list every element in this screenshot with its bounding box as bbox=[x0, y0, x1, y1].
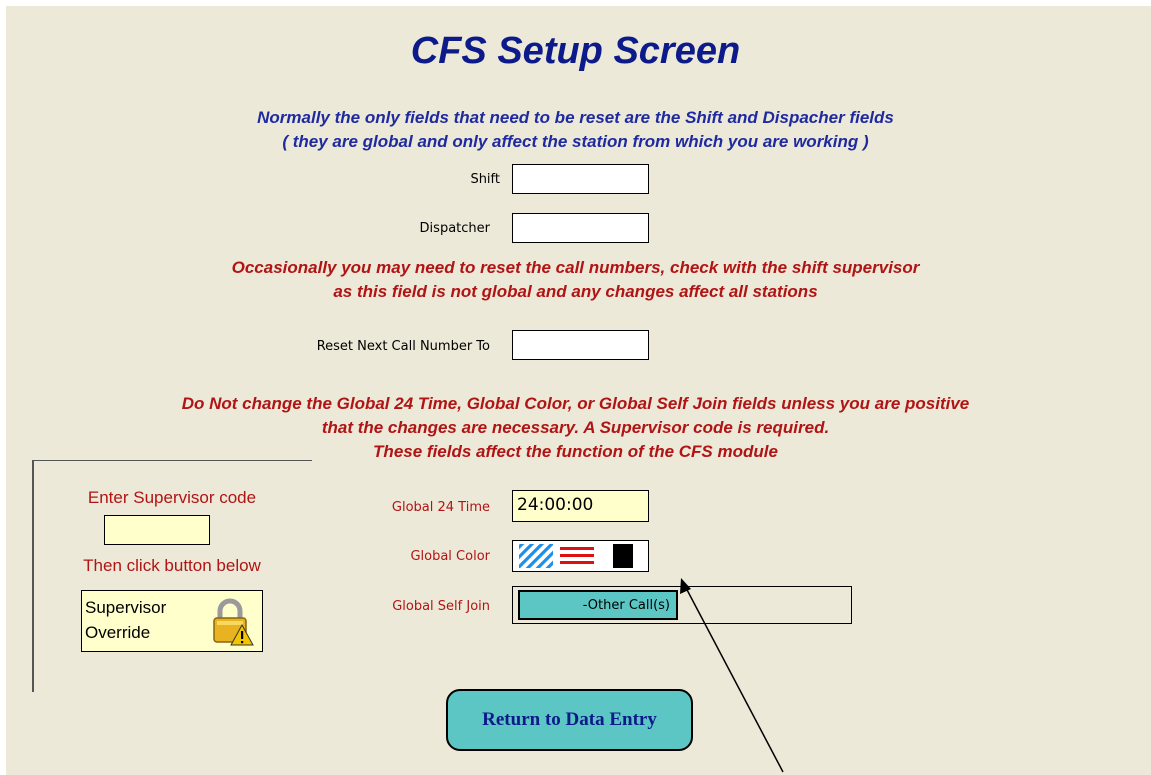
reset-call-label: Reset Next Call Number To bbox=[316, 339, 490, 354]
globalcolor-swatch-field[interactable] bbox=[512, 540, 649, 572]
donot-note-line2: that the changes are necessary. A Superv… bbox=[321, 418, 830, 437]
dispatcher-label: Dispatcher bbox=[419, 221, 490, 236]
normal-note-line2: ( they are global and only affect the st… bbox=[282, 132, 869, 151]
occasional-note-line1: Occasionally you may need to reset the c… bbox=[231, 258, 920, 277]
selfjoin-other-calls-button[interactable]: -Other Call(s) bbox=[518, 590, 678, 620]
lock-warning-icon bbox=[213, 598, 254, 646]
shift-label: Shift bbox=[470, 172, 500, 187]
supervisor-code-input[interactable] bbox=[104, 515, 210, 545]
donot-note-line3: These fields affect the function of the … bbox=[373, 442, 778, 461]
selfjoin-field: -Other Call(s) bbox=[512, 586, 852, 624]
occasional-note-line2: as this field is not global and any chan… bbox=[333, 282, 818, 301]
reset-call-input[interactable] bbox=[512, 330, 649, 360]
supervisor-override-label: Supervisor Override bbox=[85, 598, 167, 642]
color-swatches bbox=[519, 544, 633, 568]
normal-note-line1: Normally the only fields that need to be… bbox=[257, 108, 894, 127]
swatch-black bbox=[613, 544, 633, 568]
return-to-data-entry-button[interactable]: Return to Data Entry bbox=[446, 689, 693, 751]
swatch-red-stripes bbox=[560, 544, 594, 568]
enter-supervisor-label: Enter Supervisor code bbox=[87, 488, 257, 507]
donot-note-line1: Do Not change the Global 24 Time, Global… bbox=[181, 394, 970, 413]
then-click-label: Then click button below bbox=[83, 556, 261, 575]
shift-input[interactable] bbox=[512, 164, 649, 194]
page-title: CFS Setup Screen bbox=[410, 30, 741, 72]
swatch-blue-stripes bbox=[519, 544, 553, 568]
global24-input[interactable]: 24:00:00 bbox=[512, 490, 649, 522]
dispatcher-input[interactable] bbox=[512, 213, 649, 243]
selfjoin-label: Global Self Join bbox=[392, 599, 490, 614]
supervisor-override-button[interactable]: Supervisor Override bbox=[81, 590, 263, 652]
globalcolor-label: Global Color bbox=[410, 549, 490, 564]
global24-label: Global 24 Time bbox=[391, 500, 490, 515]
